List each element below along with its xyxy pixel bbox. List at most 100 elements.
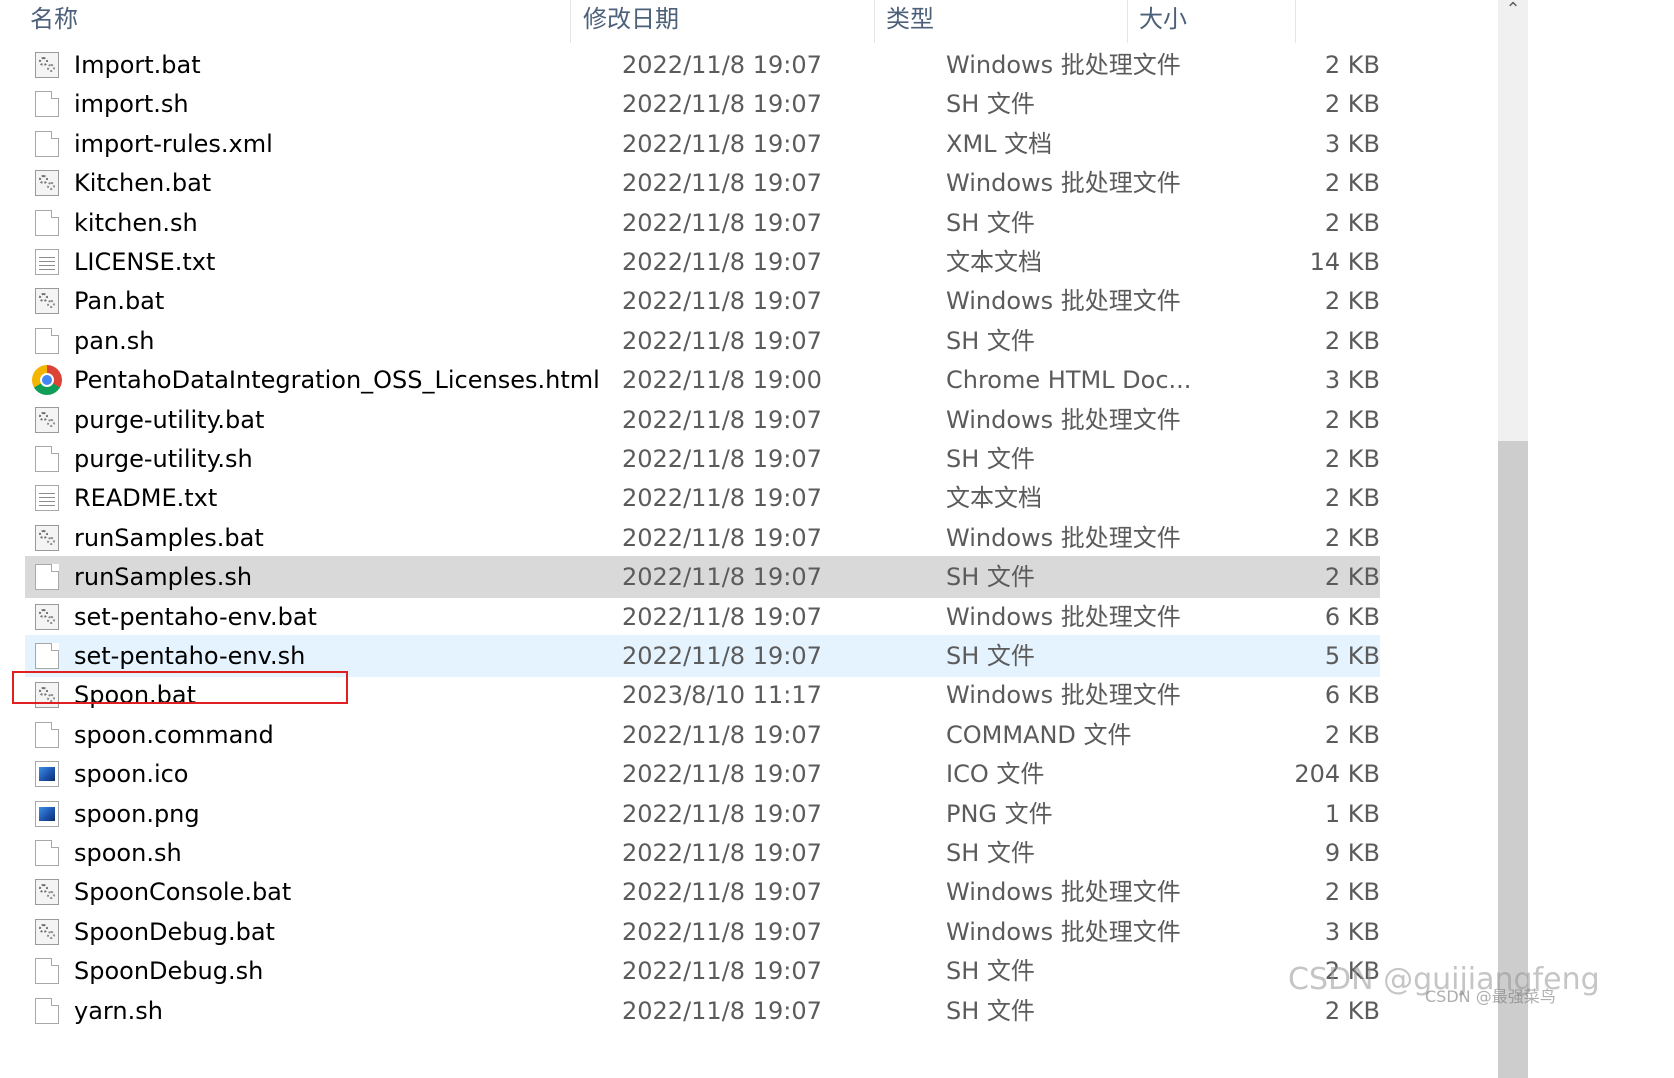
bat-file-icon: [35, 604, 59, 630]
bat-file-icon: [35, 288, 59, 314]
file-name: SpoonConsole.bat: [74, 878, 292, 906]
file-date: 2022/11/8 19:07: [622, 800, 822, 828]
column-header-size[interactable]: 大小: [1139, 0, 1187, 43]
file-name: pan.sh: [74, 327, 155, 355]
image-file-icon: [35, 801, 59, 827]
image-file-icon: [35, 761, 59, 787]
highlight-annotation-box: [12, 671, 348, 704]
file-size: 2 KB: [1324, 524, 1380, 552]
file-row[interactable]: purge-utility.bat 2022/11/8 19:07 Windows …: [25, 399, 1380, 441]
file-size: 2 KB: [1324, 169, 1380, 197]
file-type: Windows 批处理文件: [946, 406, 1181, 434]
column-divider[interactable]: [1295, 0, 1296, 43]
file-type: COMMAND 文件: [946, 721, 1132, 749]
chrome-icon: [32, 365, 62, 395]
file-type: SH 文件: [946, 445, 1035, 473]
file-size: 2 KB: [1324, 327, 1380, 355]
file-row[interactable]: Kitchen.bat 2022/11/8 19:07 Windows 批处理文件 2…: [25, 162, 1380, 204]
column-header-date[interactable]: 修改日期: [583, 0, 679, 43]
file-size: 2 KB: [1324, 878, 1380, 906]
file-row[interactable]: LICENSE.txt 2022/11/8 19:07 文本文档 14 KB: [25, 241, 1380, 283]
column-divider[interactable]: [570, 0, 571, 43]
file-size: 204 KB: [1294, 760, 1380, 788]
file-name: README.txt: [74, 484, 218, 512]
file-date: 2022/11/8 19:00: [622, 366, 822, 394]
file-type: Windows 批处理文件: [946, 918, 1181, 946]
file-type: Windows 批处理文件: [946, 878, 1181, 906]
file-name: purge-utility.sh: [74, 445, 253, 473]
file-type: XML 文档: [946, 130, 1053, 158]
file-date: 2022/11/8 19:07: [622, 878, 822, 906]
file-size: 5 KB: [1324, 642, 1380, 670]
file-type: SH 文件: [946, 957, 1035, 985]
file-row[interactable]: set-pentaho-env.bat 2022/11/8 19:07 Window…: [25, 596, 1380, 638]
file-type: ICO 文件: [946, 760, 1045, 788]
file-type: Windows 批处理文件: [946, 169, 1181, 197]
file-name: spoon.command: [74, 721, 274, 749]
file-row[interactable]: spoon.command 2022/11/8 19:07 COMMAND 文件 2 …: [25, 714, 1380, 756]
file-type: SH 文件: [946, 997, 1035, 1025]
file-row[interactable]: Import.bat 2022/11/8 19:07 Windows 批处理文件 2 …: [25, 44, 1380, 86]
file-type: Windows 批处理文件: [946, 681, 1181, 709]
file-row[interactable]: SpoonDebug.sh 2022/11/8 19:07 SH 文件 2 KB: [25, 950, 1380, 992]
file-row[interactable]: SpoonConsole.bat 2022/11/8 19:07 Windows 批…: [25, 871, 1380, 913]
file-row[interactable]: runSamples.bat 2022/11/8 19:07 Windows 批处理…: [25, 517, 1380, 559]
file-name: SpoonDebug.sh: [74, 957, 264, 985]
column-header-bar: 名称 修改日期 类型 大小: [0, 0, 1600, 43]
text-file-icon: [35, 249, 59, 275]
column-header-name[interactable]: 名称: [30, 0, 78, 43]
file-type: SH 文件: [946, 327, 1035, 355]
column-divider[interactable]: [874, 0, 875, 43]
file-row[interactable]: purge-utility.sh 2022/11/8 19:07 SH 文件 2 KB: [25, 438, 1380, 480]
file-size: 3 KB: [1324, 918, 1380, 946]
file-date: 2022/11/8 19:07: [622, 169, 822, 197]
file-name: SpoonDebug.bat: [74, 918, 275, 946]
file-date: 2022/11/8 19:07: [622, 406, 822, 434]
file-row[interactable]: PentahoDataIntegration_OSS_Licenses.html…: [25, 359, 1380, 401]
file-size: 1 KB: [1324, 800, 1380, 828]
file-icon: [35, 840, 59, 866]
file-row[interactable]: spoon.png 2022/11/8 19:07 PNG 文件 1 KB: [25, 793, 1380, 835]
file-date: 2022/11/8 19:07: [622, 839, 822, 867]
scroll-up-arrow-icon[interactable]: ⌃: [1500, 0, 1526, 22]
file-date: 2022/11/8 19:07: [622, 209, 822, 237]
file-type: Windows 批处理文件: [946, 524, 1181, 552]
file-date: 2023/8/10 11:17: [622, 681, 822, 709]
file-row[interactable]: spoon.sh 2022/11/8 19:07 SH 文件 9 KB: [25, 832, 1380, 874]
file-date: 2022/11/8 19:07: [622, 248, 822, 276]
file-size: 9 KB: [1324, 839, 1380, 867]
file-row[interactable]: runSamples.sh 2022/11/8 19:07 SH 文件 2 KB: [25, 556, 1380, 598]
file-row[interactable]: README.txt 2022/11/8 19:07 文本文档 2 KB: [25, 477, 1380, 519]
file-row[interactable]: spoon.ico 2022/11/8 19:07 ICO 文件 204 KB: [25, 753, 1380, 795]
file-name: spoon.ico: [74, 760, 189, 788]
column-divider[interactable]: [1127, 0, 1128, 43]
text-file-icon: [35, 485, 59, 511]
file-size: 2 KB: [1324, 287, 1380, 315]
column-header-type[interactable]: 类型: [886, 0, 934, 43]
file-size: 2 KB: [1324, 90, 1380, 118]
file-type: SH 文件: [946, 839, 1035, 867]
file-name: yarn.sh: [74, 997, 163, 1025]
file-row[interactable]: yarn.sh 2022/11/8 19:07 SH 文件 2 KB: [25, 990, 1380, 1032]
file-date: 2022/11/8 19:07: [622, 918, 822, 946]
file-row[interactable]: Pan.bat 2022/11/8 19:07 Windows 批处理文件 2 KB: [25, 280, 1380, 322]
file-row[interactable]: SpoonDebug.bat 2022/11/8 19:07 Windows 批处理…: [25, 911, 1380, 953]
file-row[interactable]: kitchen.sh 2022/11/8 19:07 SH 文件 2 KB: [25, 202, 1380, 244]
file-date: 2022/11/8 19:07: [622, 445, 822, 473]
file-row[interactable]: pan.sh 2022/11/8 19:07 SH 文件 2 KB: [25, 320, 1380, 362]
file-row[interactable]: import-rules.xml 2022/11/8 19:07 XML 文档 3 K…: [25, 123, 1380, 165]
watermark-small: CSDN @最强菜鸟: [1425, 987, 1556, 1006]
file-date: 2022/11/8 19:07: [622, 524, 822, 552]
file-icon: [35, 958, 59, 984]
file-date: 2022/11/8 19:07: [622, 51, 822, 79]
file-date: 2022/11/8 19:07: [622, 130, 822, 158]
file-date: 2022/11/8 19:07: [622, 563, 822, 591]
bat-file-icon: [35, 919, 59, 945]
file-size: 2 KB: [1324, 51, 1380, 79]
file-name: runSamples.sh: [74, 563, 253, 591]
file-date: 2022/11/8 19:07: [622, 760, 822, 788]
file-type: Chrome HTML Doc...: [946, 366, 1192, 394]
file-date: 2022/11/8 19:07: [622, 957, 822, 985]
file-name: runSamples.bat: [74, 524, 264, 552]
file-row[interactable]: import.sh 2022/11/8 19:07 SH 文件 2 KB: [25, 83, 1380, 125]
